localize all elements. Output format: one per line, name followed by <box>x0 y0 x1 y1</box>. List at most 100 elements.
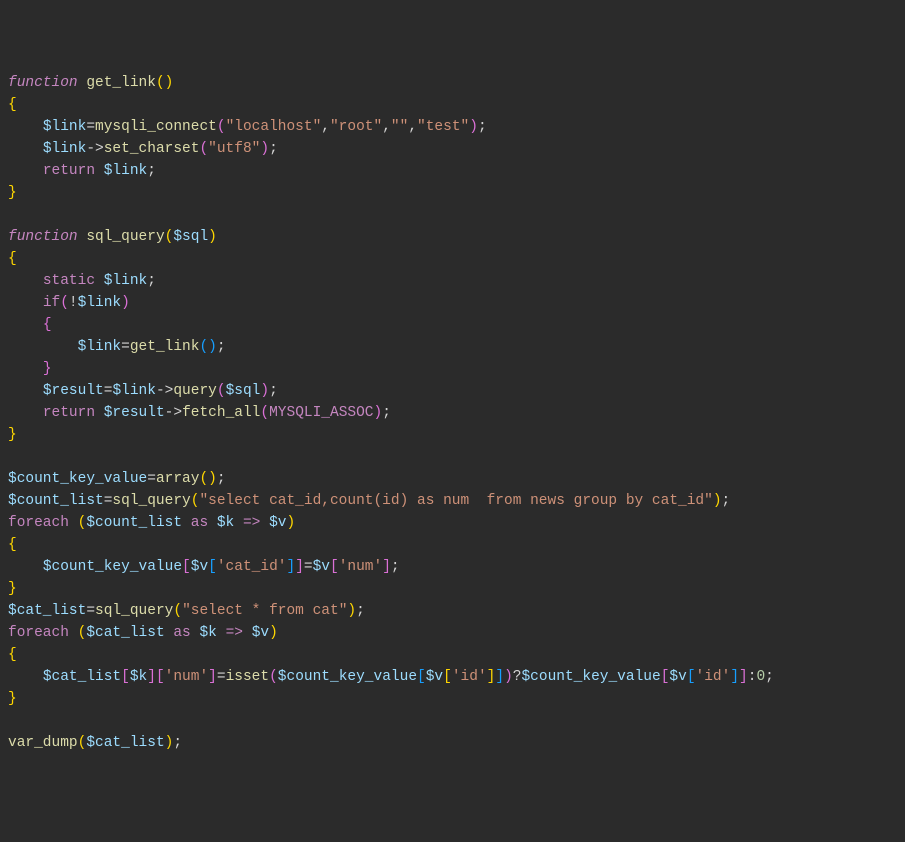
token-punct <box>69 625 78 641</box>
token-paren2: ( <box>199 141 208 157</box>
token-str: "select cat_id,count(id) as num from new… <box>199 493 712 509</box>
token-var: $cat_list <box>43 669 121 685</box>
token-punct: ; <box>478 119 487 135</box>
token-kw: foreach <box>8 515 69 531</box>
token-kw: static <box>43 273 95 289</box>
token-var: $link <box>78 295 122 311</box>
code-line: $link=mysqli_connect("localhost","root",… <box>8 116 897 138</box>
code-line: static $link; <box>8 270 897 292</box>
code-line: } <box>8 182 897 204</box>
token-punct <box>95 163 104 179</box>
token-fn-call: fetch_all <box>182 405 260 421</box>
token-paren2: ( <box>60 295 69 311</box>
token-var: $cat_list <box>8 603 86 619</box>
token-punct: -> <box>165 405 182 421</box>
token-var: $count_list <box>8 493 104 509</box>
token-fn-name: sql_query <box>86 229 164 245</box>
token-paren2: ( <box>217 383 226 399</box>
token-var: $result <box>104 405 165 421</box>
token-fn-call: var_dump <box>8 735 78 751</box>
token-var: $link <box>112 383 156 399</box>
token-kw-ctrl: function <box>8 229 78 245</box>
code-line: } <box>8 688 897 710</box>
token-kw-ctrl: function <box>8 75 78 91</box>
token-var: $v <box>269 515 286 531</box>
token-var: $v <box>191 559 208 575</box>
code-line: $cat_list=sql_query("select * from cat")… <box>8 600 897 622</box>
token-punct <box>95 273 104 289</box>
token-punct <box>234 515 243 531</box>
token-paren3: ] <box>286 559 295 575</box>
token-var: $k <box>199 625 216 641</box>
token-const: MYSQLI_ASSOC <box>269 405 373 421</box>
token-var: $count_list <box>86 515 182 531</box>
token-punct: , <box>321 119 330 135</box>
token-op: = <box>86 119 95 135</box>
token-punct <box>8 295 43 311</box>
token-paren2: ( <box>260 405 269 421</box>
token-paren: ) <box>269 625 278 641</box>
token-punct: ; <box>356 603 365 619</box>
token-kw: as <box>191 515 208 531</box>
code-line: } <box>8 358 897 380</box>
token-brace: } <box>8 185 17 201</box>
token-punct <box>8 361 43 377</box>
token-str: 'cat_id' <box>217 559 287 575</box>
token-op: = <box>121 339 130 355</box>
token-paren2: ] <box>295 559 304 575</box>
token-kw: => <box>243 515 260 531</box>
token-punct <box>8 669 43 685</box>
token-var: $v <box>252 625 269 641</box>
token-punct <box>8 339 78 355</box>
token-paren: ) <box>165 735 174 751</box>
token-var: $link <box>43 141 87 157</box>
code-line: foreach ($cat_list as $k => $v) <box>8 622 897 644</box>
code-line: $count_key_value=array(); <box>8 468 897 490</box>
token-fn-name: get_link <box>86 75 156 91</box>
token-num: 0 <box>756 669 765 685</box>
token-brace: } <box>8 581 17 597</box>
token-paren2: ) <box>260 383 269 399</box>
token-brace: { <box>8 537 17 553</box>
token-punct <box>8 163 43 179</box>
token-var: $v <box>313 559 330 575</box>
token-paren2: ] <box>382 559 391 575</box>
token-fn-call: mysqli_connect <box>95 119 217 135</box>
code-line <box>8 710 897 732</box>
token-paren3: ] <box>730 669 739 685</box>
token-punct <box>208 515 217 531</box>
token-punct: , <box>382 119 391 135</box>
code-line: { <box>8 248 897 270</box>
token-paren3: [ <box>208 559 217 575</box>
token-punct <box>260 515 269 531</box>
token-paren: ) <box>286 515 295 531</box>
token-paren: [ <box>443 669 452 685</box>
token-var: $link <box>104 163 148 179</box>
token-kw: as <box>173 625 190 641</box>
token-brace: { <box>8 97 17 113</box>
token-op: = <box>217 669 226 685</box>
token-paren2: ( <box>217 119 226 135</box>
code-line: var_dump($cat_list); <box>8 732 897 754</box>
token-fn-call: isset <box>226 669 270 685</box>
token-fn-call: query <box>173 383 217 399</box>
token-fn-call: sql_query <box>95 603 173 619</box>
token-fn-call: get_link <box>130 339 200 355</box>
token-punct: -> <box>86 141 103 157</box>
token-paren2: ] <box>147 669 156 685</box>
code-line: $link->set_charset("utf8"); <box>8 138 897 160</box>
code-block: function get_link(){ $link=mysqli_connec… <box>8 72 897 754</box>
token-brace: } <box>8 691 17 707</box>
code-line: $count_list=sql_query("select cat_id,cou… <box>8 490 897 512</box>
token-var: $count_key_value <box>278 669 417 685</box>
token-paren2: [ <box>182 559 191 575</box>
code-line: { <box>8 314 897 336</box>
token-punct <box>95 405 104 421</box>
token-var: $count_key_value <box>521 669 660 685</box>
code-line: function sql_query($sql) <box>8 226 897 248</box>
code-line: foreach ($count_list as $k => $v) <box>8 512 897 534</box>
token-paren: ) <box>208 229 217 245</box>
token-punct: ; <box>217 339 226 355</box>
token-brace2: { <box>43 317 52 333</box>
token-paren2: [ <box>330 559 339 575</box>
